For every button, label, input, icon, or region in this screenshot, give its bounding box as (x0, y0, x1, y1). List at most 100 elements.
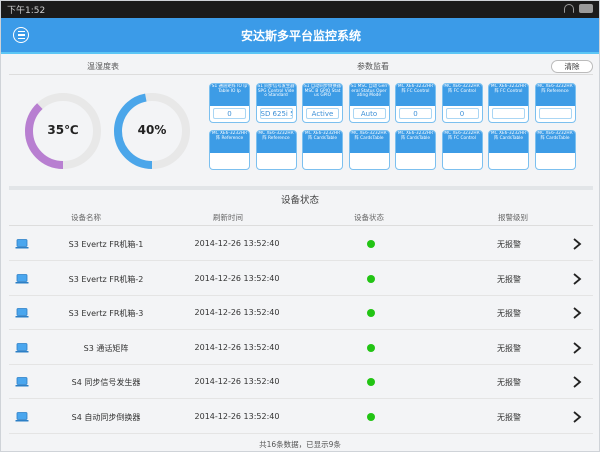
param-card[interactable]: MC XE6-3232HR阵 CardsTable (302, 130, 343, 170)
param-card-value (538, 108, 572, 119)
table-row[interactable]: S3 Evertz FR机箱-2 2014-12-26 13:52:40 无报警 (9, 262, 593, 296)
param-card-title: S1 MSC 自动 General Status Operating Mode (349, 84, 389, 106)
device-icon (15, 411, 29, 421)
param-card[interactable]: S1 自动同步倒换器 MSC B GPIO Status GPIO Active (302, 83, 343, 123)
chevron-right-icon[interactable] (571, 306, 583, 320)
param-card-title: MC XE6-3232HR阵 FC Control (442, 131, 482, 153)
param-card[interactable]: S1 同步信号发生器 SPG Control Video Standard SD … (255, 83, 297, 123)
alarm-level: 无报警 (497, 378, 521, 387)
param-card-value: SD 625i 50 (259, 108, 293, 119)
alarm-level: 无报警 (497, 309, 521, 318)
section-divider (9, 186, 593, 190)
param-card[interactable]: S1 通道矩阵 IO IpTable IO Ip 0 (209, 83, 250, 123)
param-card-title: MC XE6-3232HR阵 Reference (256, 131, 296, 153)
param-card-value: 0 (399, 108, 432, 119)
panel-tabs: 温湿度表 参数监看 清除 (9, 58, 593, 74)
param-card-title: MC XE6-3232HR阵 CardsTable (303, 131, 342, 153)
col-device-status: 设备状态 (354, 213, 384, 222)
param-card-title: MC XE6-3232HR阵 FC Control (489, 84, 528, 106)
param-card[interactable]: S1 MSC 自动 General Status Operating Mode A… (348, 83, 390, 123)
device-icon (15, 342, 29, 352)
system-status-bar: 下午1:52 (1, 1, 599, 18)
chevron-right-icon[interactable] (571, 341, 583, 355)
refresh-time: 2014-12-26 13:52:40 (194, 308, 280, 317)
col-refresh-time: 刷新时间 (213, 213, 243, 222)
chevron-right-icon[interactable] (571, 237, 583, 251)
device-icon (15, 273, 29, 283)
param-card[interactable]: MC XE6-3232HR阵 FC Control (488, 83, 529, 123)
refresh-time: 2014-12-26 13:52:40 (194, 239, 280, 248)
param-card[interactable]: MC XE6-3232HR阵 FC Control (441, 130, 483, 170)
alarm-level: 无报警 (497, 412, 521, 422)
refresh-time: 2014-12-26 13:52:40 (194, 411, 280, 421)
chevron-right-icon[interactable] (571, 272, 583, 286)
param-card-title: MC XE6-3232HR阵 CardsTable (396, 131, 435, 153)
clear-button[interactable]: 清除 (551, 60, 593, 73)
param-card-title: MC XE6-3232HR阵 CardsTable (535, 131, 575, 153)
param-card-value: 0 (445, 108, 479, 119)
param-card-value: 0 (213, 108, 246, 119)
param-card-title: MC XE6-3232HR阵 CardsTable (349, 131, 389, 153)
tab-divider (9, 74, 593, 75)
param-card[interactable]: MC XE6-3232HR阵 Reference (255, 130, 297, 170)
param-card[interactable]: MC XE6-3232HR阵 FC Control 0 (441, 83, 483, 123)
chevron-right-icon[interactable] (571, 410, 583, 424)
refresh-time: 2014-12-26 13:52:40 (194, 377, 280, 386)
refresh-time: 2014-12-26 13:52:40 (194, 342, 280, 352)
status-indicator (367, 274, 375, 283)
param-card-title: MC XE6-3232HR阵 FC Control (396, 84, 435, 106)
device-icon (15, 308, 29, 318)
param-card[interactable]: MC XE6-3232HR阵 CardsTable (534, 130, 576, 170)
param-card-title: MC XE6-3232HR阵 CardsTable (489, 131, 528, 153)
footer-summary: 共16条数据，已显示9条 (259, 440, 341, 449)
param-card-title: S1 同步信号发生器 SPG Control Video Standard (256, 84, 296, 106)
device-name: S4 同步信号发生器 (71, 378, 141, 387)
status-indicator (367, 412, 375, 421)
device-status-title: 设备状态 (280, 195, 319, 206)
device-name: S3 Evertz FR机箱-3 (68, 309, 144, 318)
param-card-value (492, 108, 525, 119)
param-card-title: MC XE6-3232HR阵 Reference (210, 131, 249, 153)
col-device-name: 设备名称 (71, 213, 101, 222)
tab-temperature[interactable]: 温湿度表 (87, 61, 119, 72)
param-card[interactable]: MC XE6-3232HR阵 CardsTable (488, 130, 529, 170)
table-row[interactable]: S4 同步信号发生器 2014-12-26 13:52:40 无报警 (9, 365, 593, 399)
alarm-level: 无报警 (497, 240, 521, 249)
alarm-level: 无报警 (497, 343, 521, 353)
temperature-gauge: 35℃ (23, 91, 103, 171)
param-card-title: MC XE6-3232HR阵 FC Control (442, 84, 482, 106)
system-icons (564, 4, 593, 13)
param-card-value: Auto (352, 108, 386, 119)
status-indicator (367, 309, 375, 317)
temperature-value: 35℃ (47, 123, 79, 137)
status-indicator (367, 343, 375, 352)
status-indicator (367, 378, 375, 386)
param-card-title: S1 自动同步倒换器 MSC B GPIO Status GPIO (303, 84, 342, 106)
app-title: 安达斯多平台监控系统 (240, 29, 361, 43)
device-name: S3 Evertz FR机箱-2 (68, 274, 144, 284)
wifi-icon (564, 4, 574, 13)
table-row[interactable]: S3 Evertz FR机箱-1 2014-12-26 13:52:40 无报警 (9, 227, 593, 261)
device-name: S3 Evertz FR机箱-1 (68, 240, 144, 249)
param-card[interactable]: MC XE6-3232HR阵 Reference (534, 83, 576, 123)
param-card-title: S1 通道矩阵 IO IpTable IO Ip (210, 84, 249, 106)
app-header: 安达斯多平台监控系统 (1, 18, 599, 54)
humidity-gauge: 40% (112, 91, 192, 171)
battery-icon (579, 4, 593, 13)
device-icon (15, 377, 29, 387)
param-card-title: MC XE6-3232HR阵 Reference (535, 84, 575, 106)
refresh-time: 2014-12-26 13:52:40 (194, 273, 280, 283)
param-card[interactable]: MC XE6-3232HR阵 CardsTable (348, 130, 390, 170)
status-indicator (367, 240, 375, 248)
device-name: S4 自动同步倒换器 (71, 412, 141, 422)
alarm-level: 无报警 (497, 274, 521, 284)
param-card[interactable]: MC XE6-3232HR阵 Reference (209, 130, 250, 170)
param-card[interactable]: MC XE6-3232HR阵 CardsTable (395, 130, 436, 170)
tab-params[interactable]: 参数监看 (357, 61, 389, 72)
table-row[interactable]: S4 自动同步倒换器 2014-12-26 13:52:40 无报警 (9, 400, 593, 434)
param-card[interactable]: MC XE6-3232HR阵 FC Control 0 (395, 83, 436, 123)
table-row[interactable]: S3 Evertz FR机箱-3 2014-12-26 13:52:40 无报警 (9, 296, 593, 330)
device-icon (15, 239, 29, 249)
table-row[interactable]: S3 通话矩阵 2014-12-26 13:52:40 无报警 (9, 331, 593, 365)
chevron-right-icon[interactable] (571, 375, 583, 389)
